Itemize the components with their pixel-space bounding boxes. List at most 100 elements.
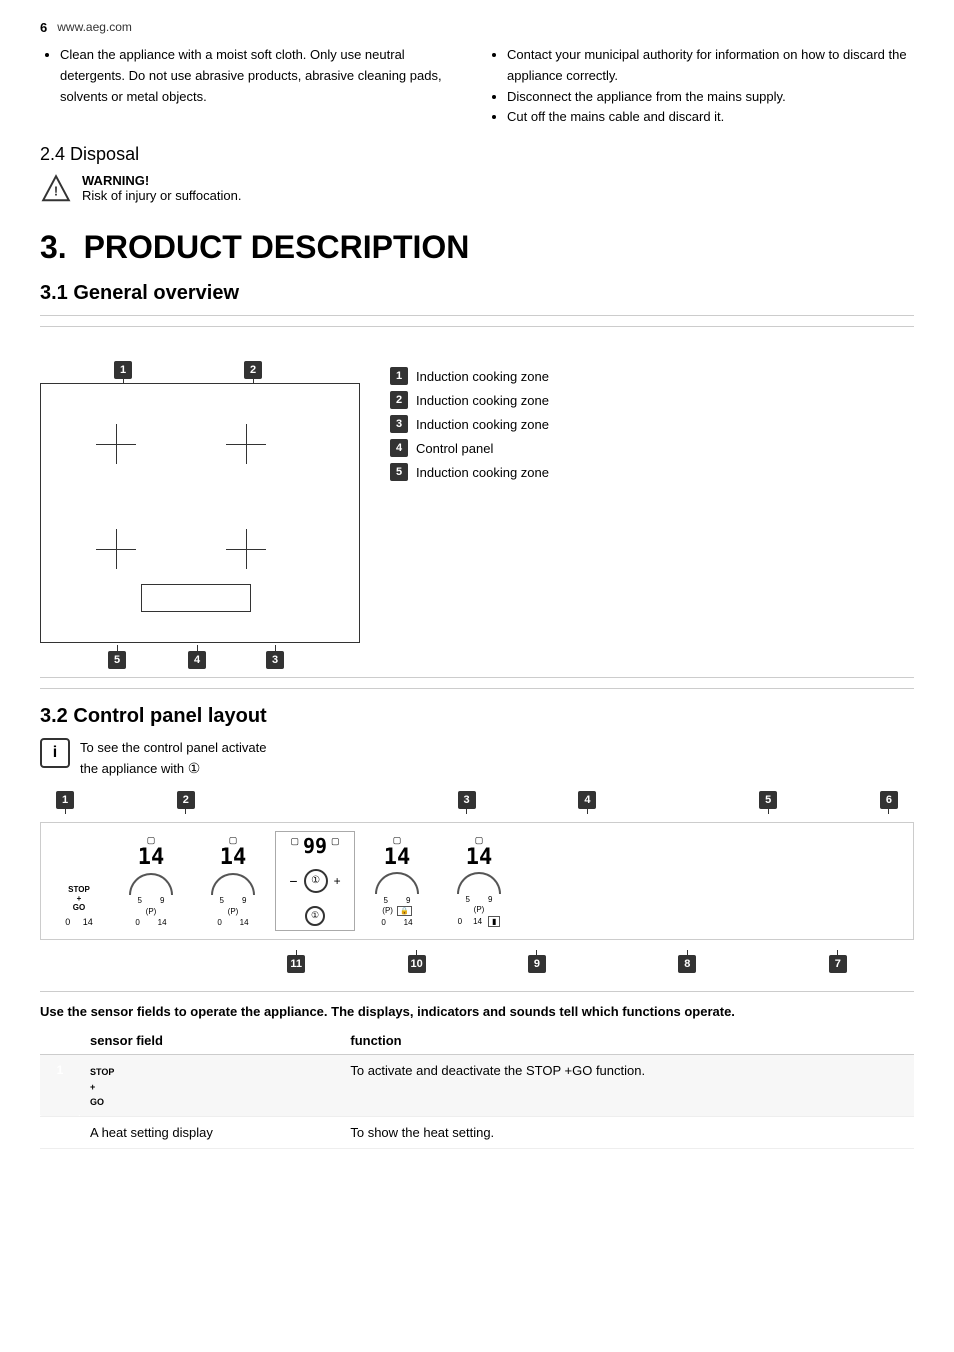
badge-4: 4 [188,651,206,669]
info-line2: the appliance with [80,761,184,776]
center-bottom: ① [305,906,325,926]
info-text: To see the control panel activate the ap… [80,738,266,779]
panel-label-top-5: 5 [759,791,777,814]
center-controls: − ① + [289,869,340,893]
legend-item-4: 4 Control panel [390,439,549,457]
panel-diagram-outer: 1 2 3 4 5 6 STOP+GO 0 14 [40,791,914,975]
disposal-num: 2.4 [40,144,65,164]
panel-badge-top-1: 1 [56,791,74,809]
warning-block: ! WARNING! Risk of injury or suffocation… [40,173,914,205]
info-line1: To see the control panel activate [80,740,266,755]
row-1-num: 1 [40,1054,80,1116]
svg-text:!: ! [54,184,58,199]
row-2-function: To show the heat setting. [340,1116,914,1148]
panel-badge-top-4: 4 [578,791,596,809]
intro-section: Clean the appliance with a moist soft cl… [40,45,914,128]
stop-go-label: STOP+GO [90,1067,114,1107]
panel-label-top-2: 2 [177,791,195,814]
cooktop-diagram [40,383,360,643]
disposal-title: Disposal [70,144,139,164]
table-header-row: sensor field function [40,1027,914,1055]
panel-zone-6: ▢ 14 59 (P) 0 14 ▮ [439,831,519,931]
info-box: i To see the control panel activate the … [40,738,914,779]
zone5-lp-lock: (P) 🔒 [382,906,411,916]
badge-3: 3 [266,651,284,669]
zone3-lp: (P) [228,907,239,916]
section-3-title: PRODUCT DESCRIPTION [84,229,470,265]
legend-item-2: 2 Induction cooking zone [390,391,549,409]
zone-1-cross [96,424,136,464]
row-1-function-text: To activate and deactivate the STOP +GO … [350,1063,645,1078]
legend-badge-4: 4 [390,439,408,457]
sensor-note: Use the sensor fields to operate the app… [40,991,914,1019]
panel-badge-bottom-8: 8 [678,955,696,973]
panel-label-top-3: 3 [458,791,476,814]
right-col: Contact your municipal authority for inf… [487,45,914,128]
disposal-heading: 2.4 Disposal [40,144,914,165]
sub-3-2-title: Control panel layout [73,705,266,727]
power-button-2[interactable]: ① [305,906,325,926]
zone-5-cross [96,529,136,569]
label-2-top: 2 [244,361,262,385]
zone3-top-indicator: ▢ [229,835,238,846]
zone-3-cross [226,529,266,569]
warning-text-block: WARNING! Risk of injury or suffocation. [82,173,241,203]
sub-3-1-heading: 3.1 General overview [40,282,914,305]
divider-top [40,315,914,316]
warning-title: WARNING! [82,173,241,188]
panel-zone-5: ▢ 14 59 (P) 🔒 0 14 [357,831,437,931]
sub-3-2-heading: 3.2 Control panel layout [40,705,914,728]
page-header: 6 www.aeg.com [40,20,914,35]
legend-label-5: Induction cooking zone [416,465,549,480]
zone3-marks: 59 [220,896,247,905]
power-button[interactable]: ① [304,869,328,893]
website-url: www.aeg.com [57,20,132,34]
zone2-top-indicator: ▢ [147,835,156,846]
zone-2-cross [226,424,266,464]
page-number: 6 [40,20,47,35]
info-icon: i [40,738,70,768]
panel-center-zone: ▢ 99 ▢ − ① + ① [275,831,355,931]
panel-label-bottom-10: 10 [408,950,426,973]
legend-label-4: Control panel [416,441,493,456]
label-3-bottom: 3 [266,645,284,669]
col-num-header [40,1027,80,1055]
legend-badge-2: 2 [390,391,408,409]
badge-2: 2 [244,361,262,379]
table-row: 1 STOP+GO To activate and deactivate the… [40,1054,914,1116]
col-function-header: function [340,1027,914,1055]
panel-badge-bottom-7: 7 [829,955,847,973]
warning-body: Risk of injury or suffocation. [82,188,241,203]
stop-go-display: STOP+GO [68,886,90,912]
zone6-marks: 59 [466,895,493,904]
badge-1: 1 [114,361,132,379]
panel-label-bottom-7: 7 [829,950,847,973]
overview-container: 1 2 5 [40,326,914,678]
panel-label-bottom-8: 8 [678,950,696,973]
bullet-item-1: Contact your municipal authority for inf… [507,45,914,87]
section-3-num: 3. [40,229,67,265]
right-bullet-list: Contact your municipal authority for inf… [487,45,914,128]
panel-badge-bottom-9: 9 [528,955,546,973]
row-1-sensor: STOP+GO [80,1054,340,1116]
zone3-display: 14 [220,847,247,869]
legend-label-1: Induction cooking zone [416,369,549,384]
divider-middle [40,688,914,689]
panel-badge-top-3: 3 [458,791,476,809]
label-1-top: 1 [114,361,132,385]
row-2-num: 2 [40,1116,80,1148]
panel-body: STOP+GO 0 14 ▢ 14 59 (P) 0 14 ▢ 14 59 (P… [49,831,905,931]
panel-top-labels: 1 2 3 4 5 6 [40,791,914,814]
row-1-function: To activate and deactivate the STOP +GO … [340,1054,914,1116]
sub-3-1-title: General overview [73,282,239,304]
left-bullet-list: Clean the appliance with a moist soft cl… [40,45,467,107]
zone5-range: 0 14 [381,918,412,927]
legend-label-2: Induction cooking zone [416,393,549,408]
left-col: Clean the appliance with a moist soft cl… [40,45,467,128]
zone5-display: 14 [384,847,411,869]
label-5-bottom: 5 [108,645,126,669]
bottom-labels: 5 4 3 [40,645,360,667]
zone3-range: 0 14 [217,918,248,927]
legend-list: 1 Induction cooking zone 2 Induction coo… [390,367,549,487]
badge-5: 5 [108,651,126,669]
